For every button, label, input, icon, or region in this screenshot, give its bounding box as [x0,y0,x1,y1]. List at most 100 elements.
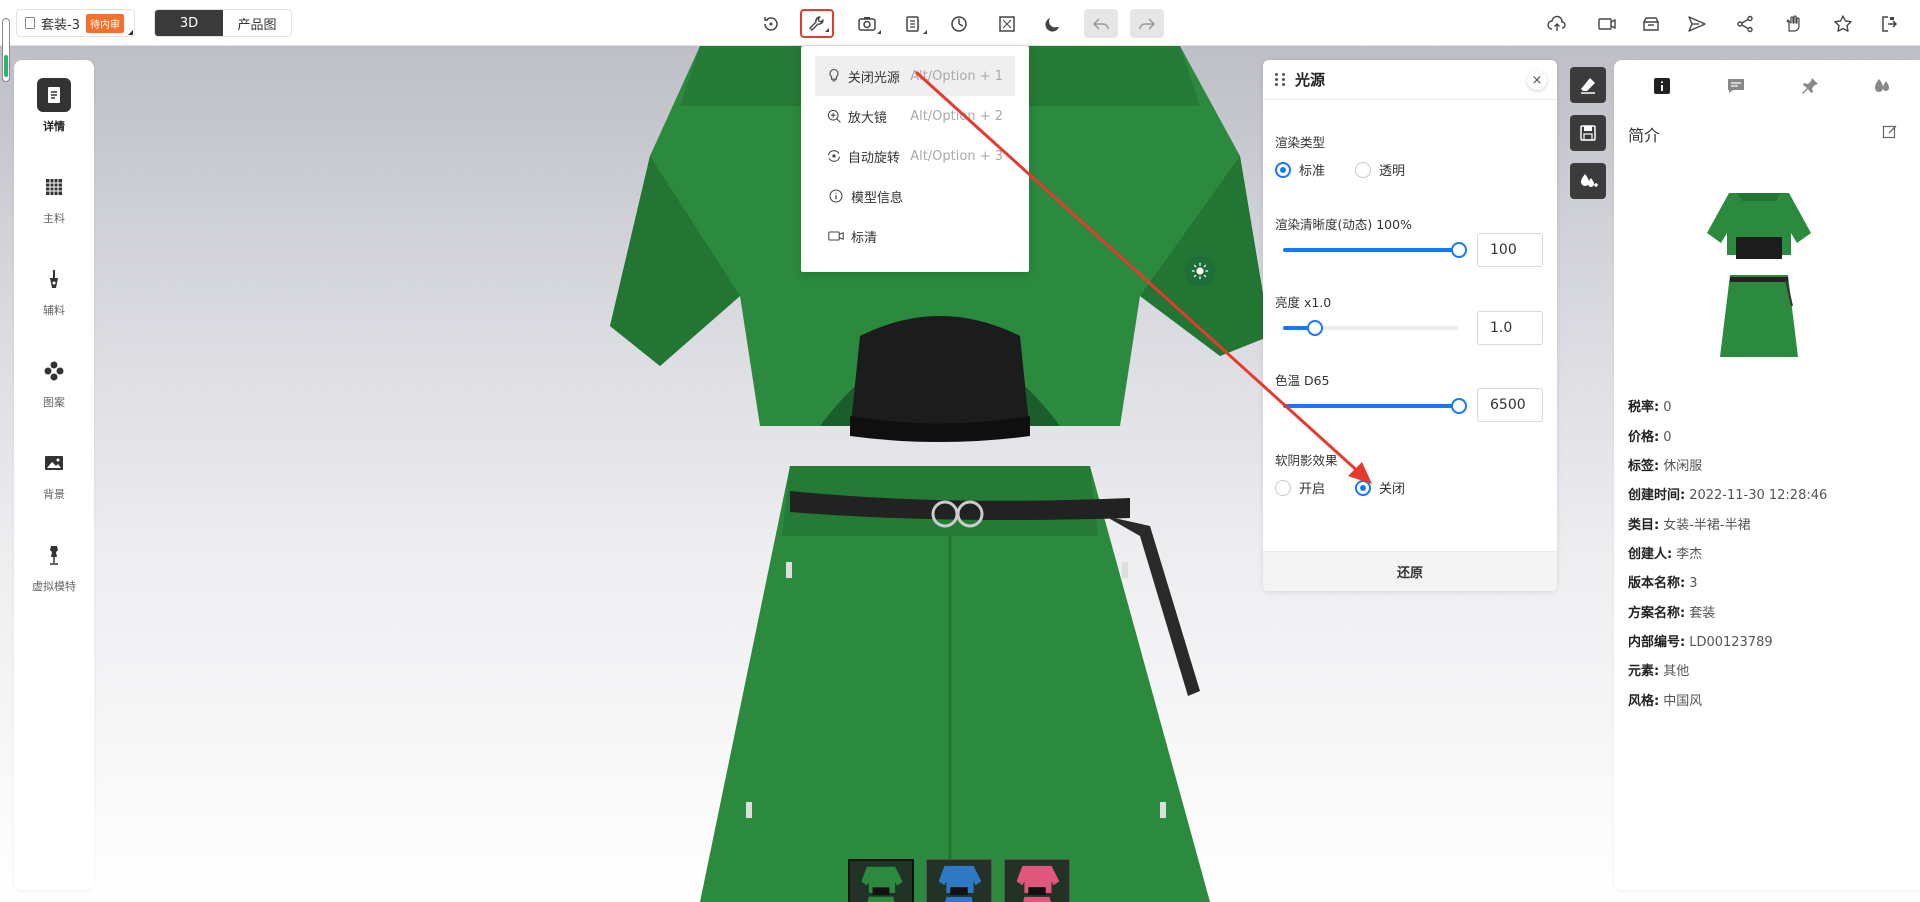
night-mode-button[interactable] [1036,9,1070,38]
field-creator: 创建人: 李杰 [1628,547,1703,562]
pink-variant-image [1016,865,1060,902]
hand-icon [1786,14,1800,32]
sidebar-item-background[interactable]: 背景 [14,446,94,502]
tools-button[interactable] [800,9,834,38]
speed-button[interactable] [942,9,976,38]
color-temp-input[interactable]: 6500 [1477,388,1543,422]
sidebar-item-fabric[interactable]: 主料 [14,170,94,226]
menu-item-auto-rotate[interactable]: 自动旋转 Alt/Option + 3 [815,136,1015,176]
bulb-icon [825,65,844,87]
radio-label: 标准 [1299,164,1326,179]
sidebar-item-details[interactable]: 详情 [14,78,94,134]
tab-comments[interactable] [1724,74,1748,98]
light-toggle-button[interactable] [1184,255,1216,287]
rotate-icon [825,145,844,167]
clarity-input[interactable]: 100 [1477,233,1543,267]
render-type-label: 渲染类型 [1275,135,1326,150]
brightness-slider[interactable] [1283,320,1459,336]
sidebar-item-pattern[interactable]: 图案 [14,354,94,410]
field-style: 风格: 中国风 [1628,694,1703,709]
radio-render-transparent[interactable]: 透明 [1355,160,1405,179]
view-toggle: 3D 产品图 [154,9,292,37]
field-scheme-name: 方案名称: 套装 [1628,606,1716,621]
clarity-slider[interactable] [1283,242,1467,258]
product-thumbnail [1707,193,1811,357]
pin-tab-icon [1802,78,1818,94]
sidebar-item-mannequin[interactable]: 虚拟模特 [14,538,94,594]
radio-render-standard[interactable]: 标准 [1275,160,1325,179]
clarity-label: 渲染清晰度(动态) 100% [1275,217,1412,232]
undo-button[interactable] [1084,9,1118,38]
menu-item-model-info[interactable]: 模型信息 [815,176,1015,216]
blue-variant-image [938,865,982,902]
brightness-input[interactable]: 1.0 [1477,311,1543,345]
project-selector[interactable]: 套装-3 待内审 [16,9,135,37]
panel-header[interactable]: 光源 [1263,60,1557,100]
tab-materials[interactable] [1870,74,1894,98]
save-box-button[interactable] [1634,9,1668,38]
approval-button[interactable] [1776,9,1810,38]
info-tabs [1614,74,1920,102]
field-element: 元素: 其他 [1628,664,1690,679]
thumbnail-blue[interactable] [926,859,992,902]
send-button[interactable] [1680,9,1714,38]
drag-handle-icon[interactable] [1275,72,1287,87]
reset-button[interactable]: 还原 [1263,551,1557,591]
menu-item-magnifier[interactable]: 放大镜 Alt/Option + 2 [815,96,1015,136]
menu-item-shortcut: Alt/Option + 3 [910,148,1003,164]
slider-handle[interactable] [1451,398,1467,414]
pages-icon [906,15,919,32]
sun-icon [1191,262,1209,280]
eraser-tool-button[interactable] [1570,67,1606,103]
sidebar-item-label: 主料 [43,212,65,225]
close-panel-button[interactable]: × [1527,70,1547,90]
cloud-upload-button[interactable] [1540,9,1574,38]
radio-label: 开启 [1299,482,1326,497]
eraser-icon [1581,78,1595,94]
sidebar-item-label: 背景 [43,488,65,501]
thumbnail-green[interactable] [848,859,914,902]
magnifier-icon [825,105,844,127]
undo-icon [1092,17,1109,30]
colorway-thumbnails [848,859,1070,902]
exit-button[interactable] [1872,9,1906,38]
sidebar-item-trims[interactable]: 辅料 [14,262,94,318]
moon-icon [1045,17,1059,32]
color-temp-slider[interactable] [1283,398,1467,414]
tab-3d[interactable]: 3D [155,10,223,36]
video-button[interactable] [1590,9,1624,38]
slider-handle[interactable] [1451,242,1467,258]
thumbnail-pink[interactable] [1004,859,1070,902]
radio-dot [1275,161,1291,178]
share-button[interactable] [1728,9,1762,38]
field-tax-rate: 税率: 0 [1628,400,1672,415]
menu-item-quality[interactable]: 标清 [815,216,1015,256]
tab-info[interactable] [1650,74,1674,98]
floppy-icon [1580,125,1596,141]
favorite-button[interactable] [1826,9,1860,38]
radio-label: 透明 [1379,164,1406,179]
status-badge: 待内审 [85,13,124,33]
radio-shadow-off[interactable]: 关闭 [1355,478,1405,497]
edit-icon[interactable] [1882,124,1898,140]
camera-icon [858,16,876,31]
pages-button[interactable] [896,9,930,38]
add-water-tool-button[interactable] [1570,163,1606,199]
tab-pin[interactable] [1798,74,1822,98]
field-price: 价格: 0 [1628,430,1672,445]
save-box-icon [1642,16,1660,31]
reset-view-icon [764,16,778,31]
reset-view-button[interactable] [754,9,788,38]
save-tool-button[interactable] [1570,115,1606,151]
snapshot-button[interactable] [850,9,884,38]
radio-shadow-on[interactable]: 开启 [1275,478,1325,497]
slider-handle[interactable] [1306,320,1323,336]
tab-product-image[interactable]: 产品图 [223,10,291,36]
redo-button[interactable] [1130,9,1164,38]
redo-icon [1139,17,1156,30]
fullscreen-button[interactable] [990,9,1024,38]
menu-item-label: 模型信息 [851,190,904,206]
vertical-scrollbar[interactable] [2,18,10,82]
menu-item-toggle-light[interactable]: 关闭光源 Alt/Option + 1 [815,56,1015,96]
submenu-corner-icon [923,30,927,34]
